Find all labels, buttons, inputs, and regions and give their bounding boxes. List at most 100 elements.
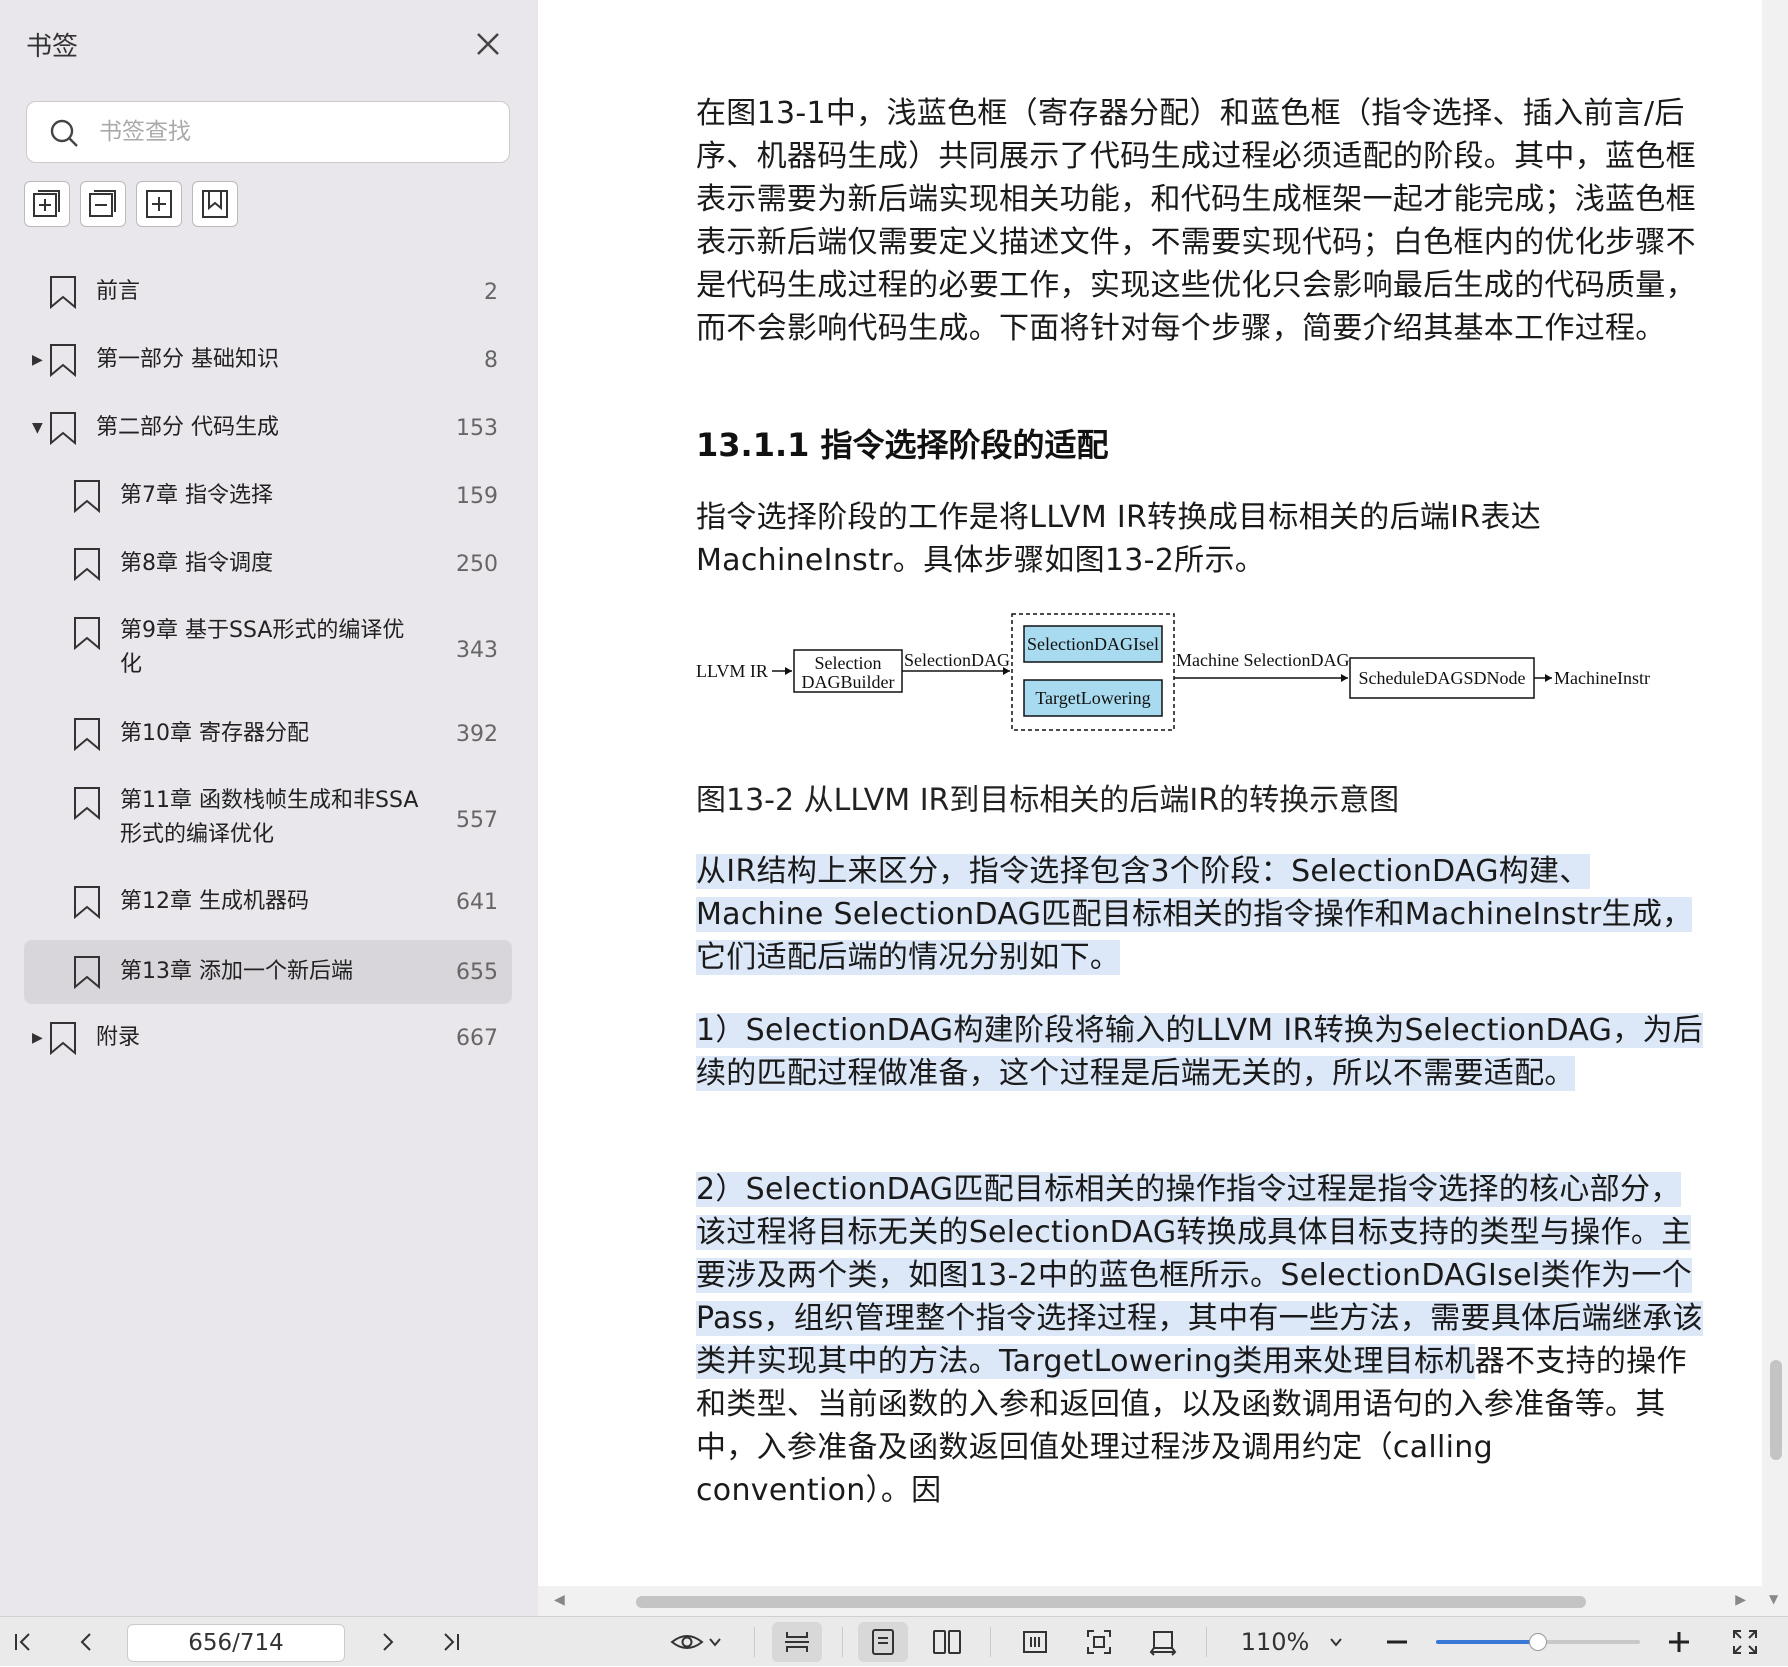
bookmark-icon [74,480,100,513]
minus-icon [1387,1640,1407,1644]
bookmark-item[interactable]: 第12章 生成机器码 641 [24,880,512,924]
document-page: 在图13-1中，浅蓝色框（寄存器分配）和蓝色框（指令选择、插入前言/后序、机器码… [538,0,1762,1586]
divider [1206,1627,1207,1657]
bookmark-icon [50,412,76,445]
bookmark-page: 343 [456,637,498,663]
zoom-slider[interactable] [1436,1633,1640,1651]
bookmark-label: 第13章 添加一个新后端 [120,959,353,984]
first-page-button[interactable] [6,1617,40,1667]
bookmark-page: 2 [484,279,498,305]
bookmark-page: 153 [456,415,498,441]
bookmark-label: 第9章 基于SSA形式的编译优 [120,618,405,643]
bookmark-ribbon-icon [202,190,228,218]
fit-page-icon [1087,1630,1111,1654]
close-icon[interactable] [470,26,506,62]
bookmark-label: 附录 [96,1025,141,1050]
scroll-down-icon[interactable]: ▼ [1769,1592,1778,1606]
bookmark-label: 第12章 生成机器码 [120,889,309,914]
figure-caption: 图13-2 从LLVM IR到目标相关的后端IR的转换示意图 [696,783,1400,818]
vertical-scrollbar[interactable]: ▼ [1762,0,1788,1616]
last-page-button[interactable] [434,1617,468,1667]
bookmark-item[interactable]: ▶ 第一部分 基础知识 8 [24,338,512,382]
single-page-button[interactable] [858,1622,908,1662]
diagram-isel-label: SelectionDAGIsel [1027,634,1159,654]
divider [990,1627,991,1657]
bookmark-icon [74,787,100,820]
fullscreen-icon [1733,1630,1757,1654]
two-page-button[interactable] [922,1617,972,1667]
paragraph: 指令选择阶段的工作是将LLVM IR转换成目标相关的后端IR表达MachineI… [696,500,1542,578]
search-icon [50,119,78,147]
bookmark-page: 8 [484,347,498,373]
paragraph: 2）SelectionDAG匹配目标相关的操作指令过程是指令选择的核心部分，该过… [696,1168,1706,1512]
expand-arrow-icon[interactable]: ▶ [32,352,43,368]
zoom-dropdown[interactable]: 110% [1232,1617,1352,1667]
paragraph: 在图13-1中，浅蓝色框（寄存器分配）和蓝色框（指令选择、插入前言/后序、机器码… [696,96,1696,346]
collapse-all-icon [89,190,116,217]
bookmark-page: 641 [456,889,498,915]
horizontal-scrollbar[interactable]: ◀ ▶ [538,1586,1762,1616]
bookmark-item[interactable]: ▼ 第二部分 代码生成 153 [24,406,512,450]
last-page-icon [444,1633,459,1651]
bookmark-icon [50,276,76,309]
continuous-scroll-button[interactable] [772,1622,822,1662]
chevron-down-icon [1330,1638,1343,1647]
two-page-icon [933,1630,961,1654]
bookmark-item[interactable]: 第9章 基于SSA形式的编译优 化 343 [24,610,512,690]
plus-icon [1669,1632,1689,1652]
bookmark-item[interactable]: 第8章 指令调度 250 [24,542,512,586]
diagram-lowering-label: TargetLowering [1035,688,1150,708]
collapse-all-button[interactable] [80,181,126,227]
bookmark-item[interactable]: 前言 2 [24,270,512,314]
divider [842,1627,843,1657]
scroll-right-icon[interactable]: ▶ [1735,1592,1746,1608]
diagram-builder-label-1: Selection [815,653,882,673]
search-input[interactable] [99,114,479,150]
rotate-button[interactable] [1138,1617,1188,1667]
remove-bookmark-button[interactable] [192,181,238,227]
paragraph-highlighted: 从IR结构上来区分，指令选择包含3个阶段：SelectionDAG构建、Mach… [696,850,1706,979]
collapse-arrow-icon[interactable]: ▼ [32,420,43,436]
fit-page-button[interactable] [1074,1617,1124,1667]
vertical-scroll-thumb[interactable] [1770,1360,1782,1460]
bookmark-item[interactable]: 第11章 函数栈帧生成和非SSA 形式的编译优化 557 [24,780,512,860]
next-page-button[interactable] [370,1617,404,1667]
zoom-in-button[interactable] [1662,1617,1696,1667]
bookmark-icon [74,956,100,989]
bookmark-page: 557 [456,807,498,833]
fullscreen-button[interactable] [1728,1617,1762,1667]
expand-all-icon [33,190,60,217]
chevron-left-icon [80,1633,91,1651]
bookmark-label-line2: 化 [120,652,143,677]
diagram-builder-label-2: DAGBuilder [802,672,895,692]
bookmark-label: 第7章 指令选择 [120,483,273,508]
bookmark-item[interactable]: 第10章 寄存器分配 392 [24,712,512,756]
zoom-slider-knob[interactable] [1529,1633,1547,1651]
bookmarks-sidebar: 书签 前言 2 ▶ 第一部分 基础知识 8 ▼ 第二部分 代码生成 153 第7… [0,0,538,1616]
add-bookmark-button[interactable] [136,181,182,227]
single-page-icon [872,1629,894,1655]
scroll-left-icon[interactable]: ◀ [554,1592,565,1608]
bookmark-search-field[interactable] [26,101,510,163]
prev-page-button[interactable] [70,1617,104,1667]
zoom-out-button[interactable] [1380,1617,1414,1667]
bookmark-page: 250 [456,551,498,577]
first-page-icon [15,1633,30,1651]
view-mode-dropdown[interactable] [664,1617,728,1667]
bookmark-item-active[interactable]: 第13章 添加一个新后端 655 [24,940,512,1004]
horizontal-scroll-thumb[interactable] [636,1596,1586,1608]
diagram-seldag-label: SelectionDAG [904,650,1010,670]
expand-arrow-icon[interactable]: ▶ [32,1030,43,1046]
bookmark-icon [74,886,100,919]
page-number-input[interactable]: 656/714 [127,1624,345,1662]
bookmark-item[interactable]: ▶ 附录 667 [24,1016,512,1060]
eye-icon [670,1635,704,1649]
diagram-llvm-ir-label: LLVM IR [696,661,768,681]
expand-all-button[interactable] [24,181,70,227]
bookmark-page: 392 [456,721,498,747]
section-heading: 13.1.1 指令选择阶段的适配 [696,426,1109,464]
bookmark-icon [74,617,100,650]
bookmark-icon [50,344,76,377]
bookmark-item[interactable]: 第7章 指令选择 159 [24,474,512,518]
fit-width-button[interactable] [1010,1617,1060,1667]
